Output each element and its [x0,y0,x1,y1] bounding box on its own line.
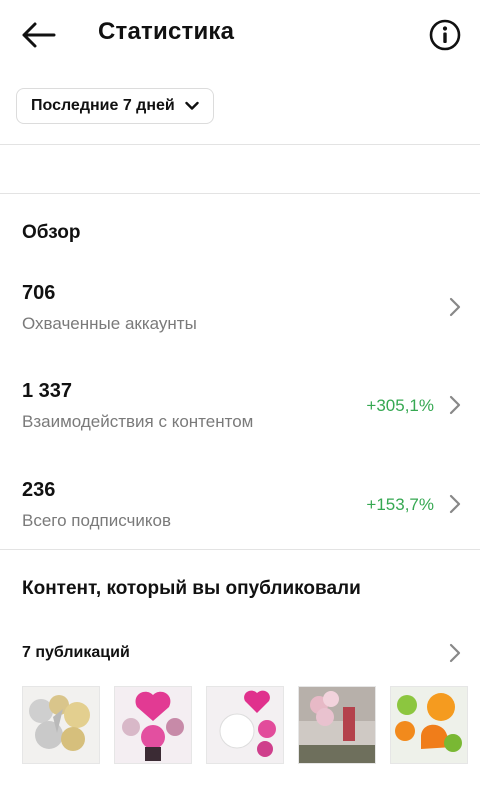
balloons-image [115,687,191,763]
divider [0,144,480,145]
divider [0,193,480,194]
info-icon [429,19,461,51]
metric-content-interactions[interactable]: 1 337 Взаимодействия с контентом +305,1% [0,380,480,450]
metric-change: +153,7% [366,495,434,514]
chevron-right-icon [449,643,461,663]
metric-label: Всего подписчиков [22,511,171,530]
info-button[interactable] [428,18,462,52]
content-heading: Контент, который вы опубликовали [22,578,361,599]
posts-count-label: 7 публикаций [22,644,130,661]
post-thumbnails [22,686,470,764]
overview-heading: Обзор [22,222,81,243]
post-thumbnail[interactable] [298,686,376,764]
post-thumbnail[interactable] [114,686,192,764]
posts-row[interactable]: 7 публикаций [0,636,480,672]
metric-label: Взаимодействия с контентом [22,412,254,431]
metric-label: Охваченные аккаунты [22,314,197,333]
balloons-image [23,687,99,763]
post-thumbnail[interactable] [206,686,284,764]
post-thumbnail[interactable] [22,686,100,764]
post-thumbnail[interactable] [390,686,468,764]
page-title: Статистика [98,18,235,45]
date-range-dropdown[interactable]: Последние 7 дней [16,88,214,124]
divider [0,549,480,550]
balloons-image [391,687,467,763]
chevron-down-icon [185,101,199,110]
chevron-right-icon [449,494,461,514]
chevron-right-icon [449,395,461,415]
date-range-label: Последние 7 дней [31,97,175,114]
metric-value: 1 337 [22,380,73,402]
metric-change: +305,1% [366,396,434,415]
back-button[interactable] [18,18,58,52]
metric-total-followers[interactable]: 236 Всего подписчиков +153,7% [0,479,480,549]
metric-value: 236 [22,479,56,501]
top-bar: Статистика [0,0,480,70]
chevron-right-icon [449,297,461,317]
balloons-image [207,687,283,763]
metric-value: 706 [22,282,56,304]
back-arrow-icon [22,22,56,48]
metric-accounts-reached[interactable]: 706 Охваченные аккаунты [0,282,480,352]
balloons-image [299,687,375,763]
